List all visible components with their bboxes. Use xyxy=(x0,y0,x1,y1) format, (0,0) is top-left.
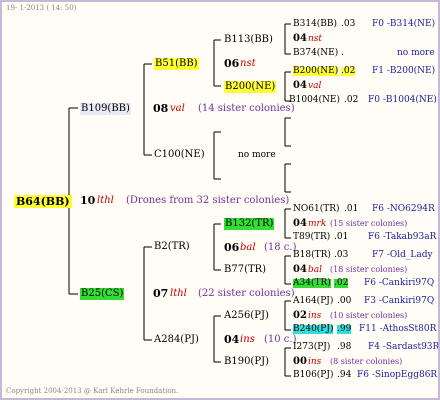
root-queen[interactable]: B64(BB) xyxy=(14,195,72,208)
la-c2-r1-ref: F7 -Old_Lady xyxy=(372,250,433,260)
upper-a-queen[interactable]: B51(BB) xyxy=(154,58,199,70)
lb-c1-r1-id[interactable]: A164(PJ) xyxy=(293,297,333,306)
lower-b-queen[interactable]: A284(PJ) xyxy=(154,335,199,345)
la-c2-mid-note: (18 sister colonies) xyxy=(330,265,408,274)
upper-queen[interactable]: B109(BB) xyxy=(80,103,131,115)
la-c1-mid-note: (15 sister colonies) xyxy=(330,219,408,228)
lower-a-c1-queen[interactable]: B132(TR) xyxy=(224,218,275,230)
upper-a-drone-mark: nst xyxy=(240,58,256,69)
lower-queen[interactable]: B25(CS) xyxy=(80,288,125,300)
lb-c1-r2-id[interactable]: B240(PJ) xyxy=(293,325,334,334)
lb-c1-r1-ref: F3 -Cankiri97Q xyxy=(364,296,435,306)
root-drone-mark: lthl xyxy=(97,195,114,206)
lb-c2-r1-n: .98 xyxy=(337,342,352,352)
ua-c1-r2-n: . xyxy=(341,48,344,58)
ua-c2-r1-n: .02 xyxy=(341,66,356,76)
ua-c2-r2-n: .02 xyxy=(344,95,359,105)
upper-a-c1-queen[interactable]: B113(BB) xyxy=(224,35,273,45)
la-c1-r2-ref: F6 -Takab93aR xyxy=(368,232,437,242)
la-c2-r2-ref: F6 -Cankiri97Q xyxy=(364,278,435,288)
ua-c2-r1-ref: F1 -B200(NE) xyxy=(372,66,436,76)
la-c2-r1-n: .03 xyxy=(334,250,349,260)
lower-a-drone-mark: bal xyxy=(240,242,256,253)
lower-a-queen[interactable]: B2(TR) xyxy=(154,242,190,252)
lb-c2-r2-n: .94 xyxy=(337,370,352,380)
la-c1-r1-n: .01 xyxy=(344,204,359,214)
upper-b-queen[interactable]: C100(NE) xyxy=(154,150,205,160)
lb-c2-r1-id[interactable]: I273(PJ) xyxy=(293,343,330,352)
lower-b-c1-queen[interactable]: A256(PJ) xyxy=(224,311,269,321)
pedigree-frame: 19- 1-2013 ( 14: 50) Copyright 2004-2013… xyxy=(0,0,440,400)
ua-c2-r2-ref: F0 -B1004(NE) xyxy=(368,95,437,105)
la-c2-mid-mark: bal xyxy=(308,265,323,275)
ua-c1-r1-ref: F0 -B314(NE) xyxy=(372,19,436,29)
ua-c1-r1-n: .03 xyxy=(341,19,356,29)
upper-drone-number: 08 xyxy=(153,102,169,115)
lower-a-drone-number: 06 xyxy=(224,241,240,254)
ua-c2-r2-id[interactable]: B1004(NE) xyxy=(289,96,340,105)
ua-c2-mid-mark: val xyxy=(308,81,322,91)
la-c2-r1-id[interactable]: B18(TR) xyxy=(293,251,331,260)
lower-drone-note: (22 sister colonies) xyxy=(198,288,295,299)
root-drone-number: 10 xyxy=(80,194,96,207)
lower-b-c2-queen[interactable]: B190(PJ) xyxy=(224,357,269,367)
lower-drone-mark: lthl xyxy=(170,288,187,299)
ua-c2-mid-num: 04 xyxy=(293,80,307,91)
ua-c1-mid-mark: nst xyxy=(308,34,323,44)
la-c2-mid-num: 04 xyxy=(293,264,307,275)
ua-c2-r1-id[interactable]: B200(NE) xyxy=(293,67,339,76)
lb-c1-r2-ref: F11 -AthosSt80R xyxy=(359,324,437,334)
la-c1-mid-num: 04 xyxy=(293,218,307,229)
la-c1-r1-id[interactable]: NO61(TR) xyxy=(293,205,340,214)
la-c2-r2-n: .02 xyxy=(334,278,349,288)
lower-b-drone-number: 04 xyxy=(224,333,240,346)
lower-b-drone-note: (10 c.) xyxy=(264,334,297,345)
lb-c1-r1-n: .00 xyxy=(337,296,352,306)
ua-c1-mid-num: 04 xyxy=(293,33,307,44)
lb-c1-r2-n: .99 xyxy=(337,324,352,334)
upper-drone-note: (14 sister colonies) xyxy=(198,103,295,114)
ua-c1-r1-id[interactable]: B314(BB) xyxy=(293,20,337,29)
upper-a-drone-number: 06 xyxy=(224,57,240,70)
lb-c1-mid-note: (10 sister colonies) xyxy=(330,311,408,320)
upper-drone-mark: val xyxy=(170,103,185,114)
lb-c1-mid-mark: ins xyxy=(308,311,322,321)
lb-c2-mid-mark: ins xyxy=(308,357,322,367)
lb-c2-r1-ref: F4 -Sardast93R xyxy=(368,342,440,352)
upper-b-no-more: no more xyxy=(238,150,276,160)
lower-drone-number: 07 xyxy=(153,287,169,300)
la-c2-r2-id[interactable]: A34(TR) xyxy=(293,279,331,288)
lb-c2-r2-id[interactable]: B106(PJ) xyxy=(293,371,333,380)
lb-c2-r2-ref: F6 -SinopEgg86R xyxy=(357,370,438,380)
la-c1-mid-mark: mrk xyxy=(308,219,327,229)
lower-b-drone-mark: ins xyxy=(240,334,255,345)
lower-a-drone-note: (18 c.) xyxy=(264,242,297,253)
lb-c2-mid-note: (8 sister colonies) xyxy=(330,357,403,366)
lb-c1-mid-num: 02 xyxy=(293,310,307,321)
la-c1-r2-n: .01 xyxy=(334,232,349,242)
lower-a-c2-queen[interactable]: B77(TR) xyxy=(224,265,266,275)
la-c1-r2-id[interactable]: T89(TR) xyxy=(293,233,330,242)
root-drone-note: (Drones from 32 sister colonies) xyxy=(126,195,290,206)
timestamp: 19- 1-2013 ( 14: 50) xyxy=(6,4,77,12)
upper-a-c2-queen[interactable]: B200(NE) xyxy=(224,81,277,93)
copyright: Copyright 2004-2013 @ Karl Kehrle Founda… xyxy=(6,387,179,395)
ua-c1-r2-ref: no more xyxy=(397,48,435,58)
lb-c2-mid-num: 00 xyxy=(293,356,307,367)
la-c1-r1-ref: F6 -NO6294R xyxy=(372,204,435,214)
ua-c1-r2-id[interactable]: B374(NE) xyxy=(293,49,338,58)
